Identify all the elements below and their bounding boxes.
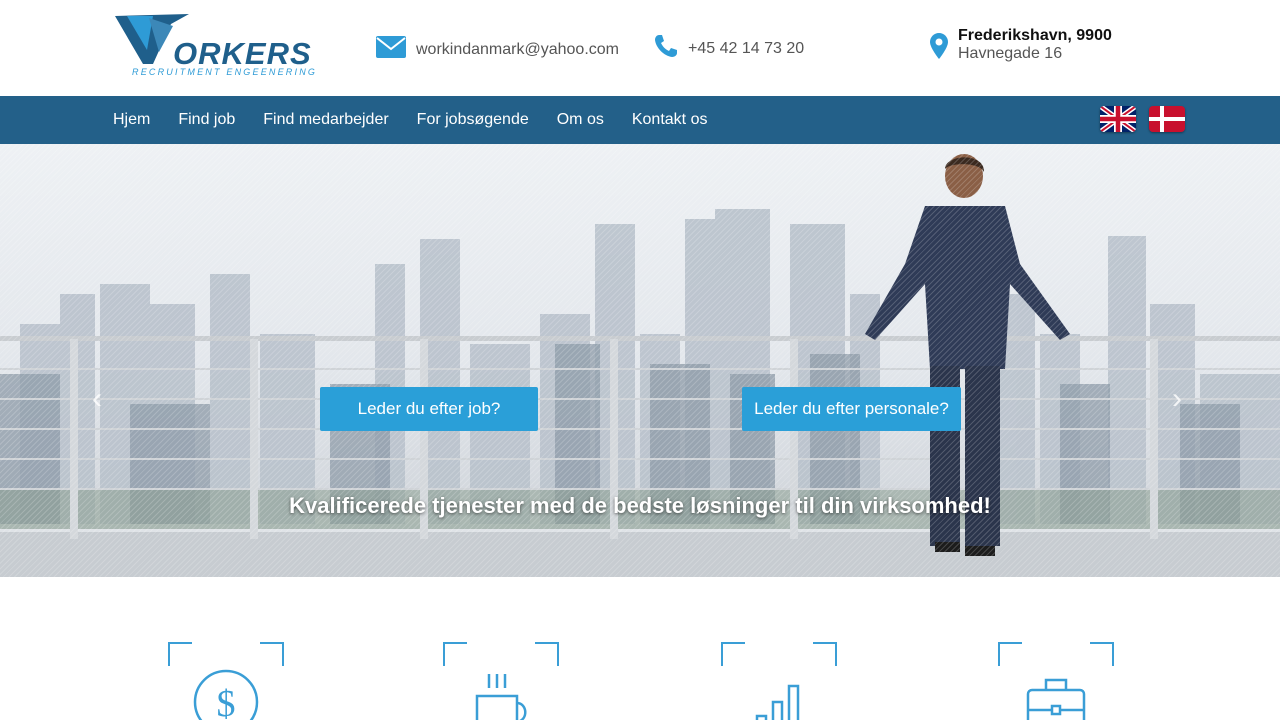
coffee-cup-icon [475, 674, 527, 720]
top-header: ORKERS RECRUITMENT ENGEENERING workindan… [0, 0, 1280, 96]
contact-email[interactable]: workindanmark@yahoo.com [376, 36, 619, 63]
features-section: $ [0, 577, 1280, 720]
hero-tagline: Kvalificerede tjenester med de bedste lø… [289, 493, 991, 518]
nav-item-home[interactable]: Hjem [113, 111, 150, 129]
nav-item-contact[interactable]: Kontakt os [632, 111, 708, 129]
nav-item-find-employee[interactable]: Find medarbejder [263, 111, 388, 129]
briefcase-icon [1026, 678, 1086, 720]
contact-location: Frederikshavn, 9900 Havnegade 16 [930, 27, 1112, 64]
envelope-icon [376, 36, 406, 63]
hero-slider: ‹ › Leder du efter job? Leder du efter p… [0, 144, 1280, 577]
feature-career [998, 642, 1114, 720]
looking-for-job-button[interactable]: Leder du efter job? [320, 387, 538, 431]
main-navigation: Hjem Find job Find medarbejder For jobsø… [0, 96, 1280, 144]
phone-text[interactable]: +45 42 14 73 20 [688, 40, 804, 58]
bar-chart-icon [755, 684, 800, 720]
feature-growth [721, 642, 837, 720]
nav-item-job-seekers[interactable]: For jobsøgende [417, 111, 529, 129]
map-pin-icon [930, 33, 948, 64]
nav-item-about[interactable]: Om os [557, 111, 604, 129]
feature-salary: $ [168, 642, 284, 720]
logo-tagline: RECRUITMENT ENGEENERING [132, 67, 318, 77]
nav-item-find-job[interactable]: Find job [178, 111, 235, 129]
phone-icon [654, 34, 678, 63]
english-flag-icon[interactable] [1100, 106, 1136, 132]
email-text[interactable]: workindanmark@yahoo.com [416, 41, 619, 59]
location-city: Frederikshavn, 9900 [958, 27, 1112, 44]
contact-phone[interactable]: +45 42 14 73 20 [654, 34, 804, 63]
location-street: Havnegade 16 [958, 45, 1063, 62]
feature-coffee [443, 642, 559, 720]
danish-flag-icon[interactable] [1149, 106, 1185, 132]
slider-next-arrow[interactable]: › [1172, 384, 1192, 414]
svg-text:$: $ [217, 683, 236, 720]
company-logo[interactable]: ORKERS RECRUITMENT ENGEENERING [113, 14, 315, 80]
slider-prev-arrow[interactable]: ‹ [92, 384, 112, 414]
dollar-coin-icon: $ [193, 669, 259, 720]
looking-for-staff-button[interactable]: Leder du efter personale? [742, 387, 961, 431]
